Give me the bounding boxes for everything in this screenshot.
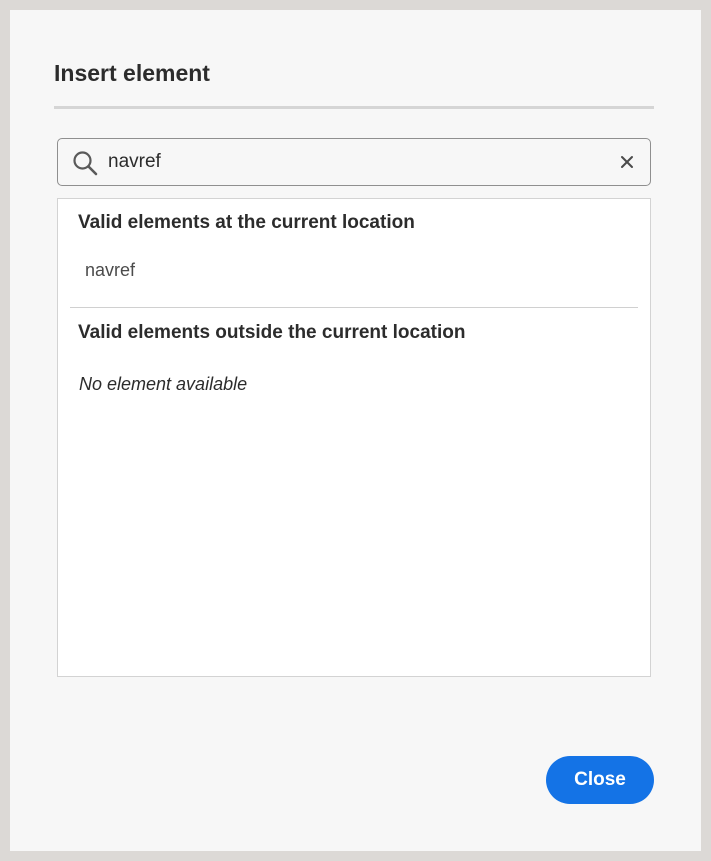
list-item[interactable]: navref	[85, 260, 135, 281]
insert-element-dialog: Insert element Valid elements at the cur…	[10, 10, 701, 851]
section-heading-outside-location: Valid elements outside the current locat…	[78, 322, 466, 343]
empty-message: No element available	[79, 374, 248, 394]
close-button[interactable]: Close	[546, 756, 654, 804]
section-divider	[70, 307, 638, 308]
close-icon[interactable]	[618, 153, 636, 171]
search-input[interactable]	[108, 147, 588, 177]
section-heading-current-location: Valid elements at the current location	[78, 212, 415, 233]
dialog-title: Insert element	[54, 60, 210, 86]
search-icon	[73, 151, 98, 176]
results-list: Valid elements at the current location n…	[57, 198, 651, 677]
title-divider	[54, 106, 654, 109]
search-field[interactable]	[57, 138, 651, 186]
